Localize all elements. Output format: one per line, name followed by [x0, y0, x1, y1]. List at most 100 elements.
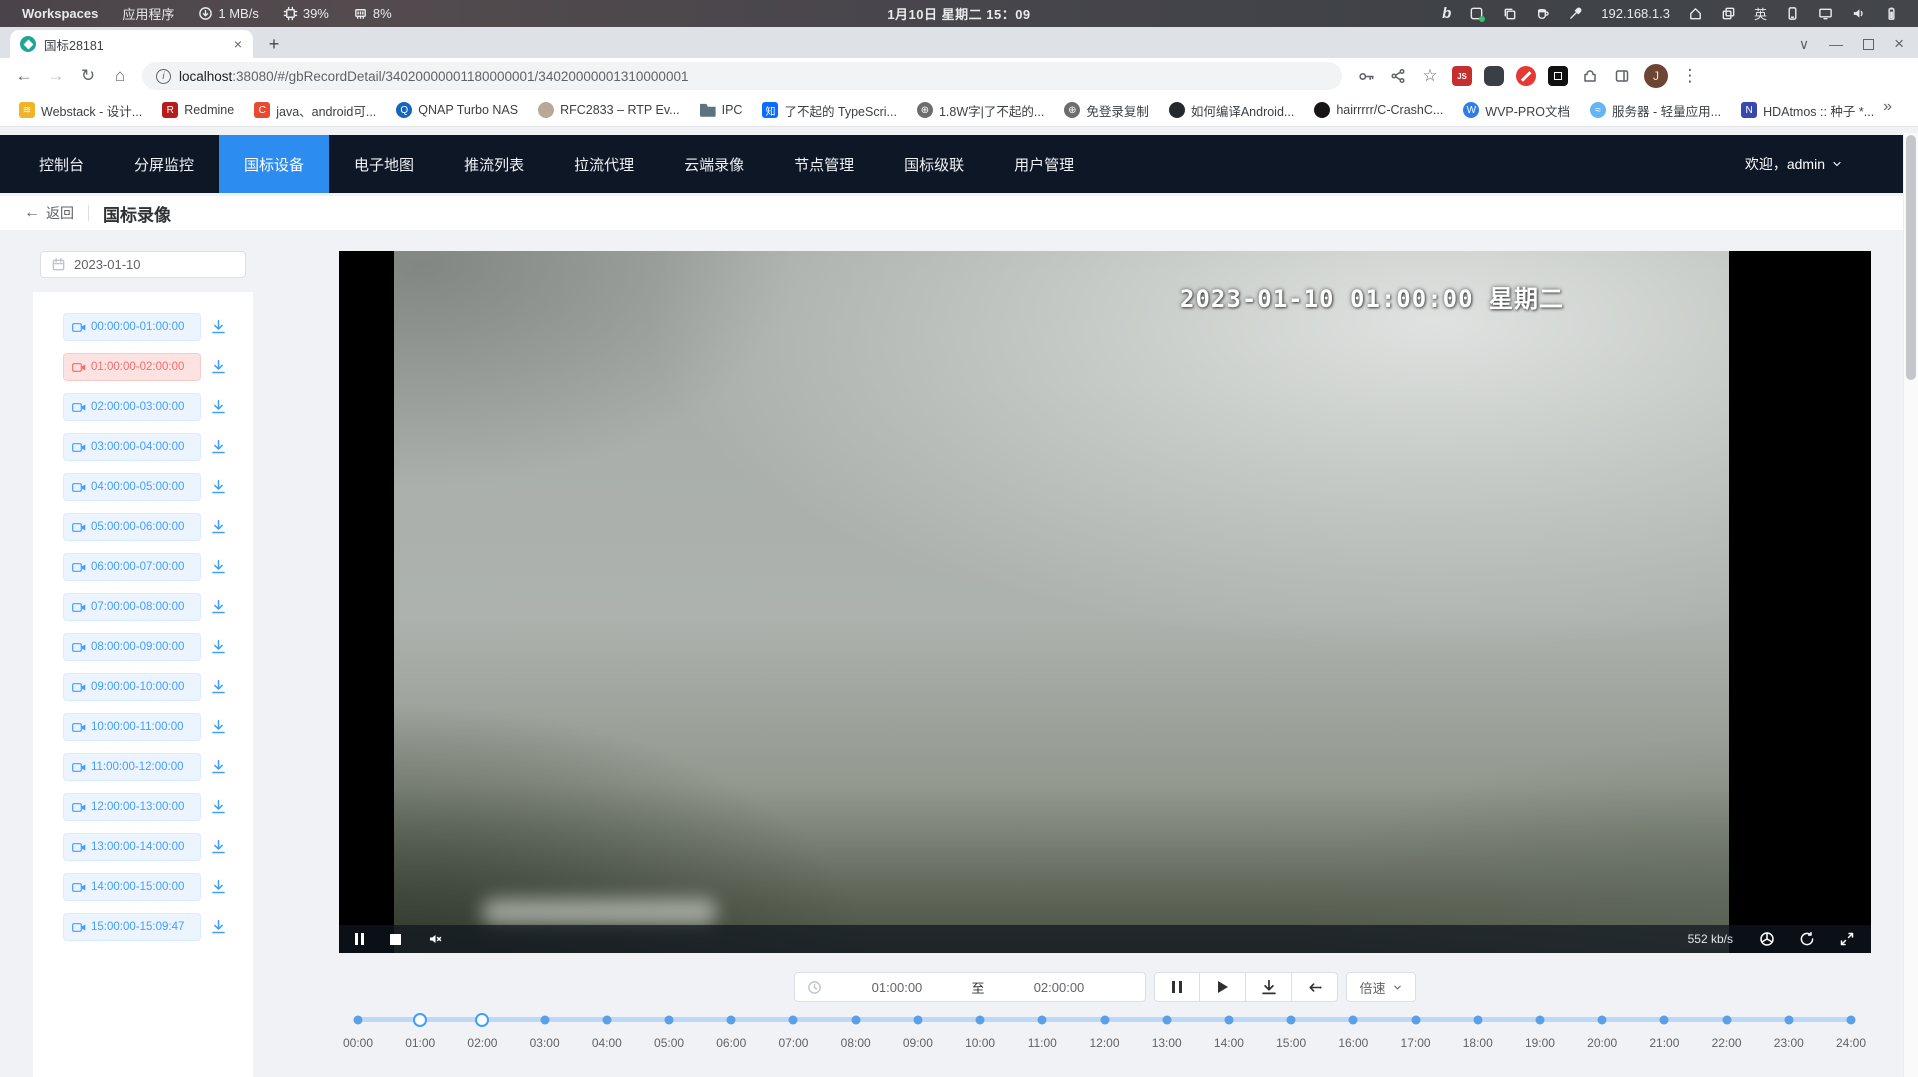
extension-js-icon[interactable]: JS	[1452, 66, 1472, 86]
nav-menu-item[interactable]: 国标级联	[879, 135, 989, 193]
nav-menu-item[interactable]: 电子地图	[329, 135, 439, 193]
segment-button[interactable]: 01:00:00-02:00:00	[63, 353, 201, 381]
bookmark-star-icon[interactable]: ☆	[1416, 62, 1444, 90]
input-method-indicator[interactable]: 英	[1745, 0, 1776, 27]
home-tray-icon[interactable]	[1679, 0, 1712, 27]
segment-button[interactable]: 04:00:00-05:00:00	[63, 473, 201, 501]
speed-button[interactable]: 倍速	[1346, 972, 1415, 1002]
segment-download-button[interactable]	[211, 759, 226, 774]
memory-usage-indicator[interactable]: 8%	[345, 0, 400, 27]
url-box[interactable]: i localhost:38080/#/gbRecordDetail/34020…	[142, 62, 1342, 90]
segment-button[interactable]: 13:00:00-14:00:00	[63, 833, 201, 861]
browser-home-button[interactable]: ⌂	[106, 62, 134, 90]
fullscreen-button[interactable]	[1839, 931, 1855, 947]
bookmark-item[interactable]: C java、android可...	[245, 97, 385, 124]
segment-download-button[interactable]	[211, 719, 226, 734]
end-time-value[interactable]: 02:00:00	[985, 980, 1134, 995]
bookmark-item[interactable]: ≈ 服务器 - 轻量应用...	[1581, 97, 1730, 124]
segment-button[interactable]: 08:00:00-09:00:00	[63, 633, 201, 661]
site-info-icon[interactable]: i	[156, 69, 171, 84]
window-minimize-button[interactable]: —	[1829, 36, 1843, 52]
date-input[interactable]	[74, 257, 194, 272]
date-picker[interactable]	[40, 251, 246, 278]
scrollbar-thumb[interactable]	[1906, 135, 1916, 380]
clipboard-tray-icon[interactable]	[1493, 0, 1526, 27]
time-range-picker[interactable]: 01:00:00 至 02:00:00	[794, 972, 1146, 1002]
nav-menu-item[interactable]: 推流列表	[439, 135, 549, 193]
browser-tab[interactable]: 国标28181 ×	[10, 30, 253, 58]
segment-button[interactable]: 05:00:00-06:00:00	[63, 513, 201, 541]
extension-square-icon[interactable]	[1548, 66, 1568, 86]
player-mute-button[interactable]	[427, 931, 443, 947]
segment-download-button[interactable]	[211, 879, 226, 894]
pause-button[interactable]	[1154, 972, 1200, 1002]
color-picker-tray-icon[interactable]	[1559, 0, 1592, 27]
battery-tray-icon[interactable]	[1875, 0, 1908, 27]
segment-button[interactable]: 06:00:00-07:00:00	[63, 553, 201, 581]
new-tab-button[interactable]: +	[261, 31, 287, 57]
display-tray-icon[interactable]	[1809, 0, 1842, 27]
back-link[interactable]: ← 返回	[24, 203, 74, 223]
snapshot-button[interactable]	[1759, 931, 1775, 947]
bookmark-item[interactable]: ⊕ 免登录复制	[1055, 97, 1158, 124]
seek-back-button[interactable]	[1292, 972, 1338, 1002]
extensions-puzzle-icon[interactable]	[1576, 62, 1604, 90]
segment-button[interactable]: 12:00:00-13:00:00	[63, 793, 201, 821]
bookmark-item[interactable]: hairrrrr/C-CrashC...	[1305, 98, 1452, 122]
player-pause-button[interactable]	[355, 933, 364, 945]
ip-address-indicator[interactable]: 192.168.1.3	[1592, 0, 1679, 27]
extension-dark-icon[interactable]	[1484, 66, 1504, 86]
password-key-icon[interactable]	[1352, 62, 1380, 90]
window-close-button[interactable]: ×	[1894, 34, 1904, 54]
bookmark-item[interactable]: ⊕ 1.8W字|了不起的...	[908, 97, 1053, 124]
nav-menu-item[interactable]: 拉流代理	[549, 135, 659, 193]
windows-tray-icon[interactable]	[1712, 0, 1745, 27]
segment-button[interactable]: 11:00:00-12:00:00	[63, 753, 201, 781]
back-button[interactable]: ←	[10, 62, 38, 90]
beverage-tray-icon[interactable]	[1526, 0, 1559, 27]
phone-link-tray-icon[interactable]	[1776, 0, 1809, 27]
profile-avatar[interactable]: J	[1644, 64, 1668, 88]
tab-search-chevron-icon[interactable]: ∨	[1799, 36, 1809, 53]
player-refresh-button[interactable]	[1799, 931, 1815, 947]
reload-button[interactable]: ↻	[74, 62, 102, 90]
bookmark-item[interactable]: 如何编译Android...	[1160, 97, 1304, 124]
nav-menu-item[interactable]: 控制台	[14, 135, 109, 193]
extension-blocker-icon[interactable]	[1516, 66, 1536, 86]
segment-button[interactable]: 10:00:00-11:00:00	[63, 713, 201, 741]
segment-download-button[interactable]	[211, 679, 226, 694]
timeline-handle-end[interactable]	[475, 1013, 489, 1027]
bookmark-item[interactable]: Q QNAP Turbo NAS	[387, 98, 527, 122]
network-speed-indicator[interactable]: 1 MB/s	[190, 0, 266, 27]
timeline-track[interactable]	[358, 1017, 1851, 1022]
bookmark-item[interactable]: RFC2833 – RTP Ev...	[529, 98, 689, 122]
volume-tray-icon[interactable]	[1842, 0, 1875, 27]
segment-download-button[interactable]	[211, 599, 226, 614]
segment-button[interactable]: 02:00:00-03:00:00	[63, 393, 201, 421]
workspaces-button[interactable]: Workspaces	[14, 0, 106, 27]
play-button[interactable]	[1200, 972, 1246, 1002]
tab-close-icon[interactable]: ×	[231, 36, 245, 52]
nav-menu-item[interactable]: 云端录像	[659, 135, 769, 193]
segment-button[interactable]: 15:00:00-15:09:47	[63, 913, 201, 941]
segment-download-button[interactable]	[211, 799, 226, 814]
segment-button[interactable]: 14:00:00-15:00:00	[63, 873, 201, 901]
segment-download-button[interactable]	[211, 479, 226, 494]
bookmark-item[interactable]: W WVP-PRO文档	[1454, 97, 1579, 124]
segment-download-button[interactable]	[211, 519, 226, 534]
segment-button[interactable]: 07:00:00-08:00:00	[63, 593, 201, 621]
nav-menu-item[interactable]: 分屏监控	[109, 135, 219, 193]
player-stop-button[interactable]	[390, 934, 401, 945]
segment-download-button[interactable]	[211, 639, 226, 654]
share-icon[interactable]	[1384, 62, 1412, 90]
user-menu[interactable]: 欢迎，admin	[1745, 135, 1873, 193]
segment-download-button[interactable]	[211, 839, 226, 854]
app-tray-icon[interactable]	[1460, 0, 1493, 27]
nav-menu-item[interactable]: 节点管理	[769, 135, 879, 193]
side-panel-icon[interactable]	[1608, 62, 1636, 90]
clock[interactable]: 1月10日 星期二 15：09	[887, 4, 1030, 23]
nav-menu-item[interactable]: 国标设备	[219, 135, 329, 193]
bing-tray-icon[interactable]: b	[1433, 0, 1460, 27]
segment-download-button[interactable]	[211, 359, 226, 374]
segment-download-button[interactable]	[211, 319, 226, 334]
